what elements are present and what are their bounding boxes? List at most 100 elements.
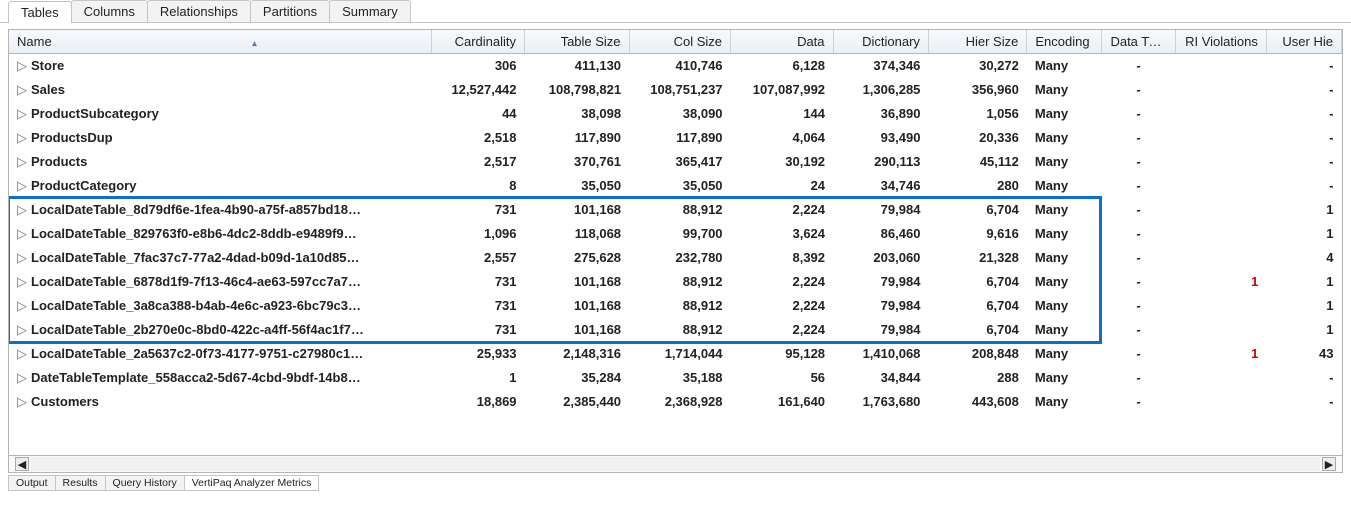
table-row[interactable]: ▷ProductSubcategory4438,09838,09014436,8…: [9, 102, 1342, 126]
scroll-track[interactable]: [31, 457, 1320, 471]
table-row[interactable]: ▷LocalDateTable_6878d1f9-7f13-46c4-ae63-…: [9, 270, 1342, 294]
expand-icon[interactable]: ▷: [17, 346, 27, 362]
cell-encoding: Many: [1027, 342, 1102, 366]
cell-dictionary: 34,844: [833, 366, 928, 390]
col-header-ri-violations[interactable]: RI Violations: [1175, 30, 1266, 54]
horizontal-scrollbar[interactable]: ◀ ▶: [9, 455, 1342, 472]
cell-tableSize: 2,385,440: [525, 390, 630, 414]
expand-icon[interactable]: ▷: [17, 130, 27, 146]
tab-columns[interactable]: Columns: [71, 0, 148, 22]
col-header-cardinality[interactable]: Cardinality: [431, 30, 524, 54]
table-row[interactable]: ▷ LocalDateTable_3a8ca388-b4ab-4e6c-a923-…: [9, 294, 1342, 318]
expand-icon[interactable]: ▷: [17, 154, 27, 170]
cell-hierSize: 208,848: [928, 342, 1026, 366]
cell-data: 2,224: [731, 294, 834, 318]
cell-cardinality: 1,096: [431, 222, 524, 246]
cell-hierSize: 280: [928, 174, 1026, 198]
expand-icon[interactable]: ▷: [17, 58, 27, 74]
expand-icon[interactable]: ▷: [17, 202, 27, 218]
cell-tableSize: 108,798,821: [525, 78, 630, 102]
cell-userHie: -: [1266, 102, 1341, 126]
col-header-name[interactable]: Name▾: [9, 30, 431, 54]
cell-userHie: -: [1266, 78, 1341, 102]
col-header-data-type[interactable]: Data Type: [1102, 30, 1175, 54]
cell-dataType: -: [1102, 246, 1175, 270]
expand-icon[interactable]: ▷: [17, 178, 27, 194]
cell-tableSize: 117,890: [525, 126, 630, 150]
tab-tables[interactable]: Tables: [8, 1, 72, 23]
expand-icon[interactable]: ▷: [17, 298, 27, 314]
col-header-table-size[interactable]: Table Size: [525, 30, 630, 54]
table-row[interactable]: ▷Sales12,527,442108,798,821108,751,23710…: [9, 78, 1342, 102]
row-name: LocalDateTable_3a8ca388-b4ab-4e6c-a923-6…: [31, 298, 361, 313]
cell-dictionary: 79,984: [833, 294, 928, 318]
cell-data: 161,640: [731, 390, 834, 414]
col-header-encoding[interactable]: Encoding: [1027, 30, 1102, 54]
cell-tableSize: 2,148,316: [525, 342, 630, 366]
expand-icon[interactable]: ▷: [17, 394, 27, 410]
cell-encoding: Many: [1027, 78, 1102, 102]
table-row[interactable]: ▷ProductsDup2,518117,890117,8904,06493,4…: [9, 126, 1342, 150]
cell-ri: [1175, 54, 1266, 78]
cell-colSize: 1,714,044: [629, 342, 730, 366]
top-tabs: TablesColumnsRelationshipsPartitionsSumm…: [0, 0, 1351, 23]
bottom-tab-results[interactable]: Results: [55, 475, 106, 491]
expand-icon[interactable]: ▷: [17, 370, 27, 386]
table-row[interactable]: ▷Store306411,130410,7466,128374,34630,27…: [9, 54, 1342, 78]
expand-icon[interactable]: ▷: [17, 106, 27, 122]
expand-icon[interactable]: ▷: [17, 274, 27, 290]
cell-ri: [1175, 390, 1266, 414]
scroll-left-icon[interactable]: ◀: [15, 457, 29, 471]
cell-data: 56: [731, 366, 834, 390]
tab-partitions[interactable]: Partitions: [250, 0, 330, 22]
cell-data: 4,064: [731, 126, 834, 150]
cell-dictionary: 1,763,680: [833, 390, 928, 414]
table-row[interactable]: ▷LocalDateTable_2b270e0c-8bd0-422c-a4ff-…: [9, 318, 1342, 342]
cell-dictionary: 374,346: [833, 54, 928, 78]
cell-tableSize: 101,168: [525, 318, 630, 342]
row-name: LocalDateTable_829763f0-e8b6-4dc2-8ddb-e…: [31, 226, 357, 241]
table-row[interactable]: ▷LocalDateTable_8d79df6e-1fea-4b90-a75f-…: [9, 198, 1342, 222]
row-name: ProductsDup: [31, 130, 113, 145]
cell-cardinality: 18,869: [431, 390, 524, 414]
tab-summary[interactable]: Summary: [329, 0, 411, 22]
table-row[interactable]: ▷ LocalDateTable_829763f0-e8b6-4dc2-8ddb-…: [9, 222, 1342, 246]
col-header-data[interactable]: Data: [731, 30, 834, 54]
cell-hierSize: 6,704: [928, 318, 1026, 342]
expand-icon[interactable]: ▷: [17, 322, 27, 338]
cell-ri: [1175, 366, 1266, 390]
tab-relationships[interactable]: Relationships: [147, 0, 251, 22]
row-name: Products: [31, 154, 87, 169]
expand-icon[interactable]: ▷: [17, 82, 27, 98]
table-row[interactable]: ▷ProductCategory835,05035,0502434,746280…: [9, 174, 1342, 198]
cell-ri: [1175, 294, 1266, 318]
cell-data: 2,224: [731, 270, 834, 294]
cell-userHie: -: [1266, 150, 1341, 174]
col-header-hier-size[interactable]: Hier Size: [928, 30, 1026, 54]
col-header-user-hie[interactable]: User Hie: [1266, 30, 1341, 54]
bottom-tab-query-history[interactable]: Query History: [105, 475, 185, 491]
col-header-dictionary[interactable]: Dictionary: [833, 30, 928, 54]
cell-encoding: Many: [1027, 390, 1102, 414]
bottom-tab-output[interactable]: Output: [8, 475, 56, 491]
table-row[interactable]: ▷ LocalDateTable_2a5637c2-0f73-4177-9751-…: [9, 342, 1342, 366]
row-name: LocalDateTable_2a5637c2-0f73-4177-9751-c…: [31, 346, 363, 361]
table-row[interactable]: ▷LocalDateTable_7fac37c7-77a2-4dad-b09d-…: [9, 246, 1342, 270]
bottom-tab-vertipaq-analyzer-metrics[interactable]: VertiPaq Analyzer Metrics: [184, 475, 320, 491]
table-row[interactable]: ▷Products2,517370,761365,41730,192290,11…: [9, 150, 1342, 174]
expand-icon[interactable]: ▷: [17, 250, 27, 266]
cell-tableSize: 275,628: [525, 246, 630, 270]
expand-icon[interactable]: ▷: [17, 226, 27, 242]
scroll-right-icon[interactable]: ▶: [1322, 457, 1336, 471]
row-name: ProductCategory: [31, 178, 136, 193]
cell-data: 3,624: [731, 222, 834, 246]
cell-ri: [1175, 102, 1266, 126]
cell-dictionary: 86,460: [833, 222, 928, 246]
table-row[interactable]: ▷Customers18,8692,385,4402,368,928161,64…: [9, 390, 1342, 414]
cell-encoding: Many: [1027, 198, 1102, 222]
cell-name: ▷Store: [9, 54, 431, 78]
table-row[interactable]: ▷DateTableTemplate_558acca2-5d67-4cbd-9b…: [9, 366, 1342, 390]
cell-encoding: Many: [1027, 150, 1102, 174]
col-header-col-size[interactable]: Col Size: [629, 30, 730, 54]
cell-hierSize: 9,616: [928, 222, 1026, 246]
